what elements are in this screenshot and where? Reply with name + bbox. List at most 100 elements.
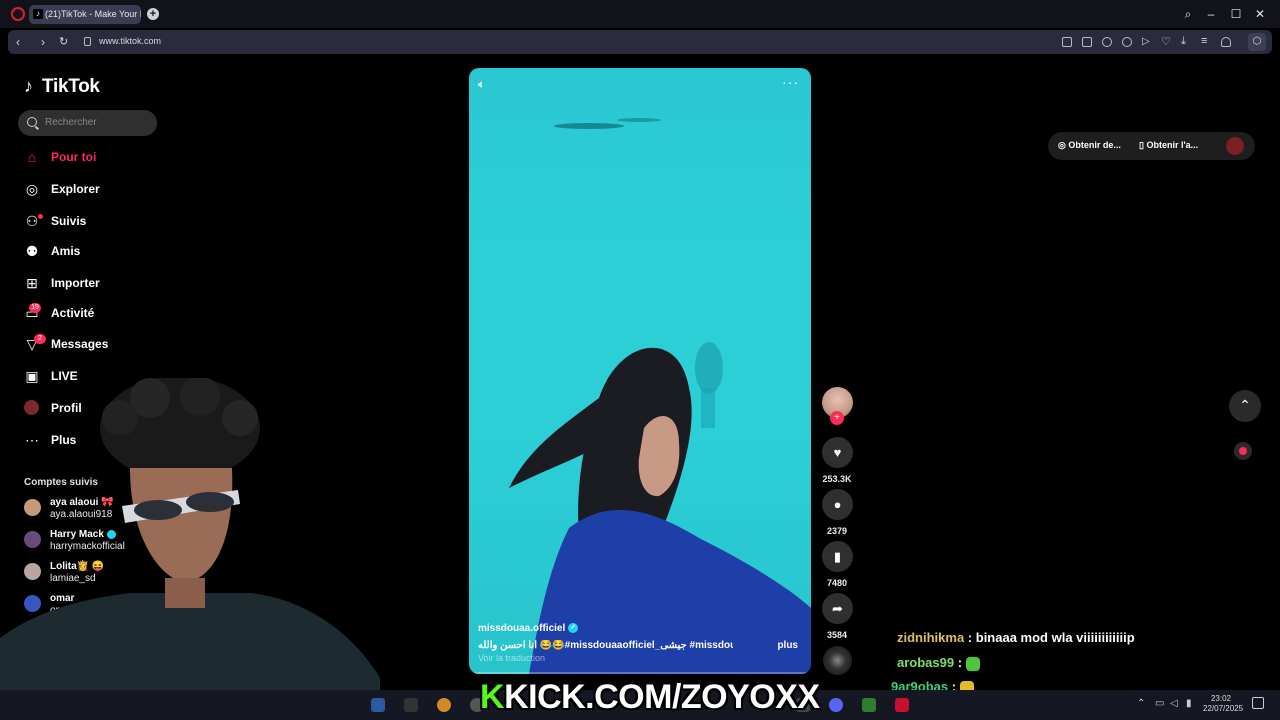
browser-tab-bar: ♪ (21)TikTok - Make Your Day + ⌕ – ☐ ✕	[0, 0, 1280, 28]
clock[interactable]: 23:02 22/07/2025	[1203, 694, 1244, 714]
bookmark-icon: ▮	[833, 549, 842, 564]
search-icon	[27, 117, 37, 127]
nav-label: Messages	[51, 337, 109, 351]
edit-icon[interactable]	[1062, 37, 1072, 47]
chat-text: binaaa mod wla viiiiiiiiiiiip	[975, 630, 1135, 645]
url-field[interactable]: www.tiktok.com	[99, 36, 161, 46]
caption-more-button[interactable]: plus	[777, 640, 798, 651]
share-button[interactable]: ➦	[822, 593, 853, 624]
video-username[interactable]: missdouaa.officiel ✓	[478, 623, 579, 634]
play-icon[interactable]: ▷	[1142, 36, 1150, 47]
music-disc-icon[interactable]	[823, 646, 852, 675]
nav-item-pour-toi[interactable]: ⌂ Pour toi	[24, 146, 174, 170]
volume-icon[interactable]: 🔈︎	[478, 77, 485, 92]
top-right-actions: ◎ Obtenir de... ▯ Obtenir l'a...	[1048, 132, 1255, 160]
notification-dot	[38, 214, 43, 219]
save-count: 7480	[826, 578, 848, 588]
tiktok-favicon-icon: ♪	[33, 9, 43, 19]
maximize-button[interactable]: ☐	[1228, 7, 1244, 21]
back-button[interactable]: ‹	[16, 35, 20, 49]
nav-label: Activité	[51, 306, 95, 320]
search-placeholder: Rechercher	[45, 117, 97, 128]
app-icon[interactable]	[437, 698, 451, 712]
browser-tab[interactable]: ♪ (21)TikTok - Make Your Day	[29, 5, 141, 24]
clock-date: 22/07/2025	[1203, 704, 1244, 713]
share-count: 3584	[826, 630, 848, 640]
save-button[interactable]: ▮	[822, 541, 853, 572]
nav-label: Suivis	[51, 214, 87, 228]
camera-icon[interactable]	[1082, 37, 1092, 47]
compass-icon: ◎	[25, 181, 39, 197]
reload-button[interactable]: ↻	[59, 35, 68, 48]
nav-item-suivis[interactable]: ⚇ Suivis	[24, 210, 174, 234]
video-caption: انا احسن والله 😂😂#missdouaaofficiel_جيشى…	[478, 640, 733, 651]
share-icon: ➦	[832, 601, 843, 616]
epic-games-icon[interactable]	[404, 698, 418, 712]
lock-icon	[84, 37, 91, 46]
network-icon[interactable]: ▭	[1155, 698, 1164, 709]
extensions-icon[interactable]: ⬡	[1248, 33, 1266, 51]
more-options-icon[interactable]: ···	[782, 74, 799, 90]
tiktok-logo[interactable]: ♪ TikTok	[24, 76, 100, 98]
chat-separator: :	[964, 630, 976, 645]
comment-icon: ●	[833, 497, 842, 512]
see-translation-link[interactable]: Voir la traduction	[478, 653, 545, 663]
shield-icon[interactable]	[1102, 37, 1112, 47]
new-tab-button[interactable]: +	[147, 8, 159, 20]
comment-button[interactable]: ●	[822, 489, 853, 520]
steam-icon[interactable]	[371, 698, 385, 712]
mute-icon[interactable]	[1234, 442, 1252, 460]
verified-icon: ✓	[568, 623, 579, 634]
tiktok-note-icon: ♪	[24, 76, 33, 96]
chat-message: zidnihikma : binaaa mod wla viiiiiiiiiii…	[897, 630, 1135, 645]
address-bar: ‹ › ↻ www.tiktok.com ▷ ♡ ⤓ ≡ ⬡	[8, 30, 1272, 54]
app-icon[interactable]	[895, 698, 909, 712]
tab-search-icon[interactable]: ⌕	[1180, 7, 1196, 22]
user-avatar[interactable]	[1226, 137, 1244, 155]
kick-url: KICK.COM/ZOYOXX	[504, 678, 820, 716]
mic-icon[interactable]: ▮	[1186, 698, 1192, 709]
chat-separator: :	[954, 655, 966, 670]
nav-item-activite[interactable]: ▭ 19 Activité	[24, 302, 174, 326]
close-window-button[interactable]: ✕	[1252, 7, 1268, 21]
forward-button[interactable]: ›	[41, 35, 45, 49]
opera-logo-icon[interactable]	[11, 7, 25, 21]
nav-item-amis[interactable]: ⚉ Amis	[24, 240, 174, 264]
discord-icon[interactable]	[829, 698, 843, 712]
video-player[interactable]: 🔈︎ ··· missdouaa.officiel ✓ انا احسن والل…	[469, 68, 811, 674]
previous-video-button[interactable]: ⌃	[1229, 390, 1261, 422]
get-coins-button[interactable]: ◎ Obtenir de...	[1058, 140, 1121, 151]
home-icon: ⌂	[27, 149, 37, 165]
nav-item-explorer[interactable]: ◎ Explorer	[24, 178, 174, 202]
clock-time: 23:02	[1210, 694, 1232, 703]
chat-username: zidnihikma	[897, 630, 965, 645]
app-icon[interactable]	[862, 698, 876, 712]
notifications-icon[interactable]	[1252, 697, 1264, 709]
minimize-button[interactable]: –	[1203, 7, 1219, 21]
nav-label: Amis	[51, 244, 81, 258]
follow-button[interactable]: +	[830, 411, 844, 425]
activity-badge: 19	[29, 303, 41, 313]
chat-username: arobas99	[897, 655, 955, 670]
speaker-icon[interactable]: ◁	[1170, 698, 1178, 709]
vpn-icon[interactable]	[1122, 37, 1132, 47]
video-progress-bar[interactable]	[469, 672, 811, 674]
download-icon[interactable]: ⤓	[1181, 35, 1186, 48]
messages-badge: 2	[34, 334, 46, 344]
nav-item-messages[interactable]: ▽ 2 Messages	[24, 333, 174, 357]
heart-icon: ♥	[833, 445, 842, 460]
nav-label: Pour toi	[51, 150, 97, 164]
account-icon[interactable]	[1221, 37, 1231, 47]
like-count: 253.3K	[822, 474, 852, 484]
like-button[interactable]: ♥	[822, 437, 853, 468]
nav-item-importer[interactable]: ⊞ Importer	[24, 272, 174, 296]
menu-icon[interactable]: ≡	[1201, 35, 1207, 47]
heart-icon[interactable]: ♡	[1161, 35, 1171, 48]
chat-message: arobas99 :	[897, 655, 980, 671]
get-app-button[interactable]: ▯ Obtenir l'a...	[1139, 140, 1198, 151]
webcam-overlay	[0, 378, 380, 720]
emote-icon	[965, 656, 980, 671]
tray-chevron-icon[interactable]: ⌃	[1137, 698, 1145, 709]
comment-count: 2379	[826, 526, 848, 536]
search-input[interactable]: Rechercher	[18, 110, 157, 136]
